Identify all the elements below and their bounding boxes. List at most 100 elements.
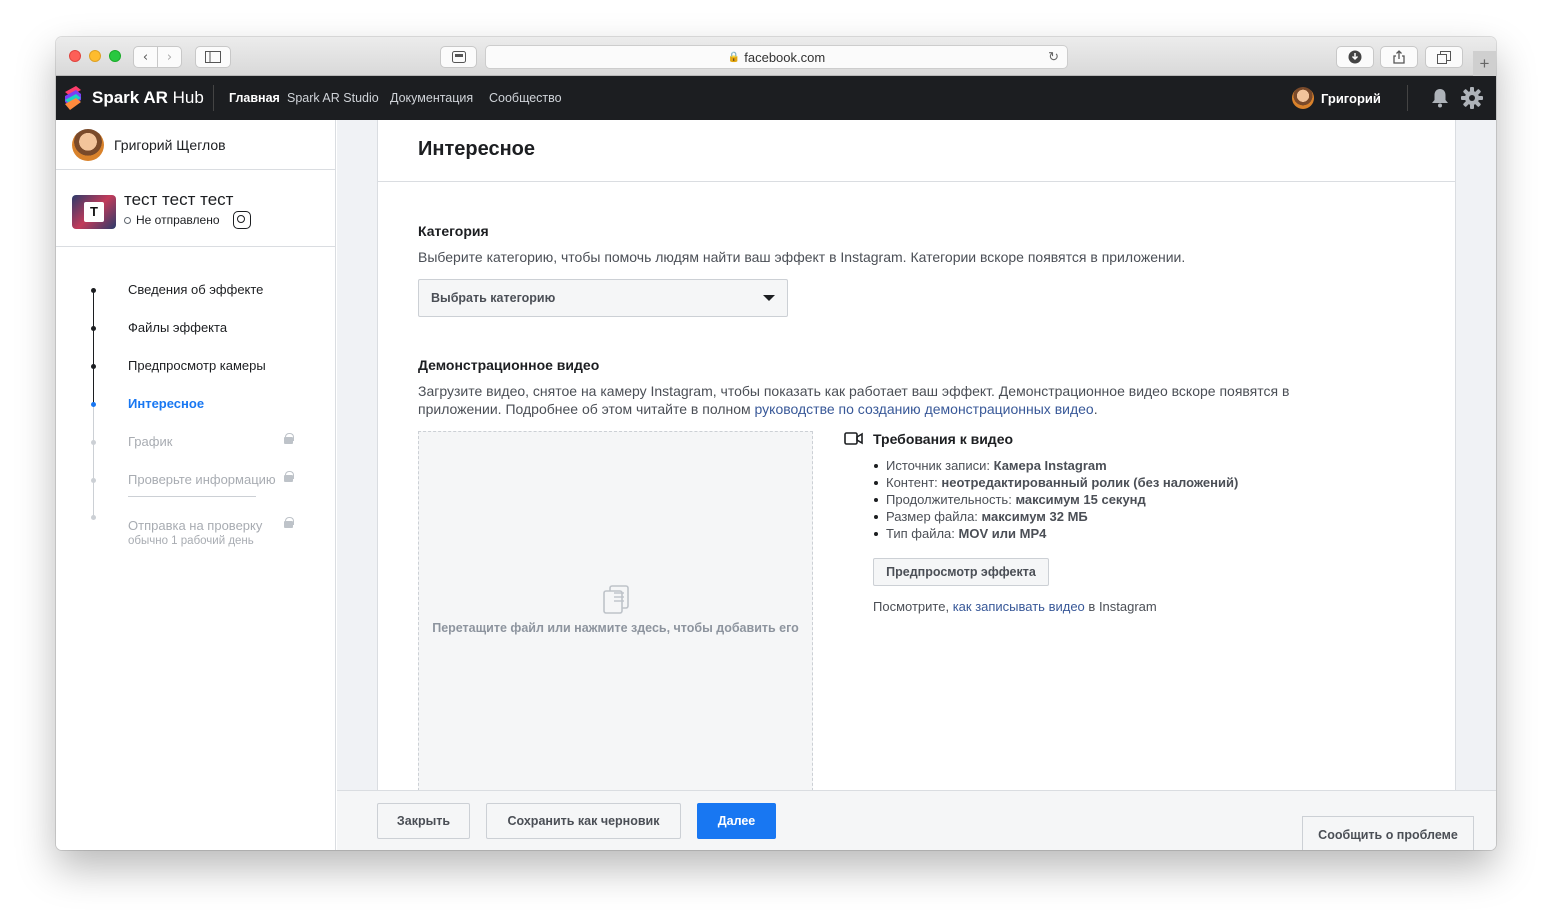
nav-divider-right: [1407, 85, 1408, 111]
step-dot-locked: [91, 478, 96, 483]
close-button[interactable]: Закрыть: [377, 803, 470, 839]
video-dropzone[interactable]: Перетащите файл или нажмите здесь, чтобы…: [418, 431, 813, 801]
dropzone-text: Перетащите файл или нажмите здесь, чтобы…: [432, 621, 799, 635]
avatar: [72, 128, 104, 161]
tabs-button[interactable]: [1425, 46, 1463, 68]
chevron-left-icon: ‹: [142, 49, 149, 65]
next-button[interactable]: Далее: [697, 803, 776, 839]
demo-video-title: Демонстрационное видео: [418, 357, 600, 373]
sidebar-icon: [205, 51, 221, 63]
effect-status: Не отправлено: [124, 213, 220, 227]
step-discovery[interactable]: Интересное: [128, 396, 204, 411]
requirements-list: Источник записи: Камера Instagram Контен…: [874, 457, 1238, 542]
user-menu[interactable]: Григорий: [1292, 87, 1381, 109]
file-upload-icon: [603, 585, 629, 614]
report-problem-button[interactable]: Сообщить о проблеме: [1302, 816, 1474, 850]
tabs-icon: [1437, 50, 1451, 64]
sidebar-toggle-button[interactable]: [195, 46, 231, 68]
url-text: facebook.com: [744, 49, 826, 65]
step-submit-sublabel: обычно 1 рабочий день: [128, 535, 254, 547]
tab-overview-button[interactable]: [440, 46, 477, 68]
steps-line-pending: [93, 405, 94, 519]
zoom-window-button[interactable]: [109, 50, 121, 62]
step-dot-locked: [91, 440, 96, 445]
effect-name: тест тест тест: [124, 190, 234, 209]
requirements-title: Требования к видео: [873, 431, 1014, 447]
sidebar-user[interactable]: Григорий Щеглов: [56, 120, 335, 170]
gear-icon[interactable]: [1461, 87, 1483, 109]
page-title: Интересное: [418, 138, 535, 160]
close-window-button[interactable]: [69, 50, 81, 62]
chevron-right-icon: ›: [166, 49, 173, 65]
step-dot-locked: [91, 515, 96, 520]
lock-icon: [284, 517, 294, 528]
preview-effect-button[interactable]: Предпросмотр эффекта: [873, 558, 1049, 586]
downloads-button[interactable]: [1336, 46, 1374, 68]
bell-icon[interactable]: [1431, 88, 1449, 108]
nav-link-community[interactable]: Сообщество: [489, 91, 562, 105]
save-draft-button[interactable]: Сохранить как черновик: [486, 803, 681, 839]
reload-icon[interactable]: ↻: [1048, 49, 1059, 65]
guide-link[interactable]: руководстве по созданию демонстрационных…: [755, 401, 1094, 417]
status-text: Не отправлено: [136, 213, 220, 227]
top-navigation: Spark AR Hub Главная Spark AR Studio Док…: [56, 76, 1496, 120]
step-effect-details[interactable]: Сведения об эффекте: [128, 282, 263, 297]
list-item: Тип файла: MOV или MP4: [874, 525, 1238, 542]
category-title: Категория: [418, 223, 489, 239]
nav-divider: [213, 85, 214, 111]
list-item: Размер файла: максимум 32 МБ: [874, 508, 1238, 525]
share-button[interactable]: [1380, 46, 1418, 68]
demo-video-description: Загрузите видео, снятое на камеру Instag…: [418, 383, 1290, 417]
lock-icon: 🔒: [727, 51, 741, 63]
step-dot: [91, 326, 96, 331]
browser-titlebar: ‹ › 🔒 facebook.com ↻ +: [56, 37, 1496, 76]
category-description: Выберите категорию, чтобы помочь людям н…: [418, 249, 1186, 265]
minimize-window-button[interactable]: [89, 50, 101, 62]
download-icon: [1348, 50, 1362, 64]
nav-link-docs[interactable]: Документация: [390, 91, 473, 105]
step-dot: [91, 364, 96, 369]
step-dot-active: [91, 402, 96, 407]
share-icon: [1393, 50, 1405, 64]
step-camera-preview[interactable]: Предпросмотр камеры: [128, 358, 266, 373]
steps-line-done: [93, 290, 94, 405]
sidebar-user-name: Григорий Щеглов: [114, 136, 226, 153]
list-item: Продолжительность: максимум 15 секунд: [874, 491, 1238, 508]
how-to-record-link[interactable]: как записывать видео: [953, 599, 1085, 614]
step-effect-files[interactable]: Файлы эффекта: [128, 320, 227, 335]
sidebar: Григорий Щеглов T тест тест тест Не отпр…: [56, 120, 336, 850]
card-header: Интересное: [378, 120, 1455, 182]
chevron-down-icon: [763, 295, 775, 301]
category-select[interactable]: Выбрать категорию: [418, 279, 788, 317]
lock-icon: [284, 433, 294, 444]
content-card: Интересное Категория Выберите категорию,…: [377, 120, 1456, 801]
nav-link-home[interactable]: Главная: [229, 91, 280, 105]
lock-icon: [284, 471, 294, 482]
effect-summary: T тест тест тест Не отправлено: [56, 170, 335, 247]
spark-ar-logo-icon: [65, 86, 81, 110]
effect-thumbnail: T: [72, 195, 116, 229]
status-dot-icon: [124, 216, 131, 224]
see-how-text: Посмотрите, как записывать видео в Insta…: [873, 599, 1157, 614]
step-schedule: График: [128, 434, 173, 449]
plus-icon: +: [1479, 53, 1490, 73]
forward-button[interactable]: ›: [157, 46, 182, 68]
avatar: [1292, 87, 1314, 109]
list-item: Контент: неотредактированный ролик (без …: [874, 474, 1238, 491]
brand-title[interactable]: Spark AR Hub: [92, 88, 204, 108]
nav-link-studio[interactable]: Spark AR Studio: [287, 91, 379, 105]
list-item: Источник записи: Камера Instagram: [874, 457, 1238, 474]
instagram-icon: [233, 211, 251, 229]
step-review-info: Проверьте информацию: [128, 472, 276, 487]
category-select-value: Выбрать категорию: [431, 291, 556, 305]
address-bar[interactable]: 🔒 facebook.com ↻: [485, 45, 1068, 69]
steps-divider: [128, 496, 256, 497]
video-camera-icon: [844, 432, 863, 445]
new-tab-button[interactable]: +: [1473, 51, 1496, 76]
step-dot: [91, 288, 96, 293]
step-submit: Отправка на проверку: [128, 518, 263, 533]
browser-window: ‹ › 🔒 facebook.com ↻ + Spark AR Hub Глав…: [56, 37, 1496, 850]
grid-icon: [451, 51, 466, 63]
back-button[interactable]: ‹: [133, 46, 158, 68]
user-name: Григорий: [1321, 90, 1381, 106]
